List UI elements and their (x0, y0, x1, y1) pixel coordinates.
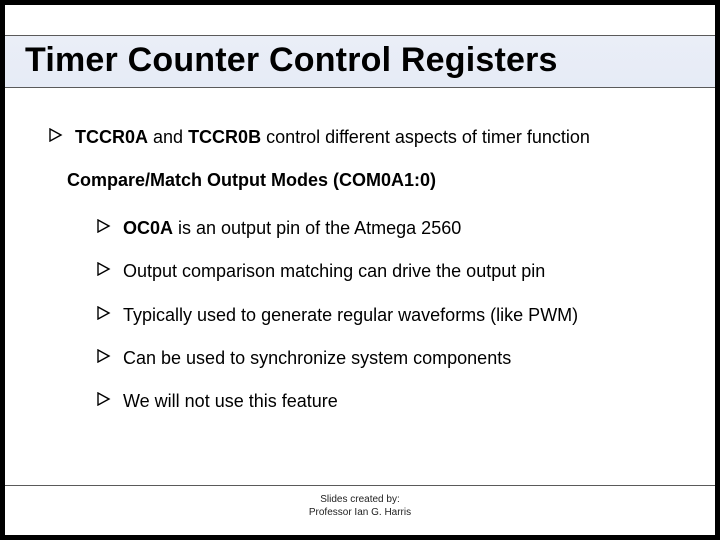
bullet-text: OC0A is an output pin of the Atmega 2560 (123, 217, 685, 240)
footer-line-1: Slides created by: (5, 494, 715, 507)
bullet-intro: TCCR0A and TCCR0B control different aspe… (49, 126, 685, 149)
arrow-icon (97, 219, 115, 233)
slide-footer: Slides created by: Professor Ian G. Harr… (5, 485, 715, 519)
bullet-text: Output comparison matching can drive the… (123, 260, 685, 283)
footer-line-2: Professor Ian G. Harris (5, 507, 715, 520)
bullet-3: Typically used to generate regular wavef… (97, 304, 685, 327)
arrow-icon (97, 306, 115, 320)
bullet-text: We will not use this feature (123, 390, 685, 413)
bullet-text: TCCR0A and TCCR0B control different aspe… (75, 126, 685, 149)
slide: Timer Counter Control Registers TCCR0A a… (5, 5, 715, 535)
title-band: Timer Counter Control Registers (5, 35, 715, 88)
bullet-text: Typically used to generate regular wavef… (123, 304, 685, 327)
bullet-4: Can be used to synchronize system compon… (97, 347, 685, 370)
arrow-icon (49, 128, 67, 142)
slide-title: Timer Counter Control Registers (25, 41, 695, 80)
arrow-icon (97, 262, 115, 276)
bullet-2: Output comparison matching can drive the… (97, 260, 685, 283)
arrow-icon (97, 349, 115, 363)
bullet-text: Can be used to synchronize system compon… (123, 347, 685, 370)
slide-content: TCCR0A and TCCR0B control different aspe… (5, 88, 715, 414)
subheading: Compare/Match Output Modes (COM0A1:0) (67, 169, 685, 192)
bullet-1: OC0A is an output pin of the Atmega 2560 (97, 217, 685, 240)
arrow-icon (97, 392, 115, 406)
bullet-5: We will not use this feature (97, 390, 685, 413)
